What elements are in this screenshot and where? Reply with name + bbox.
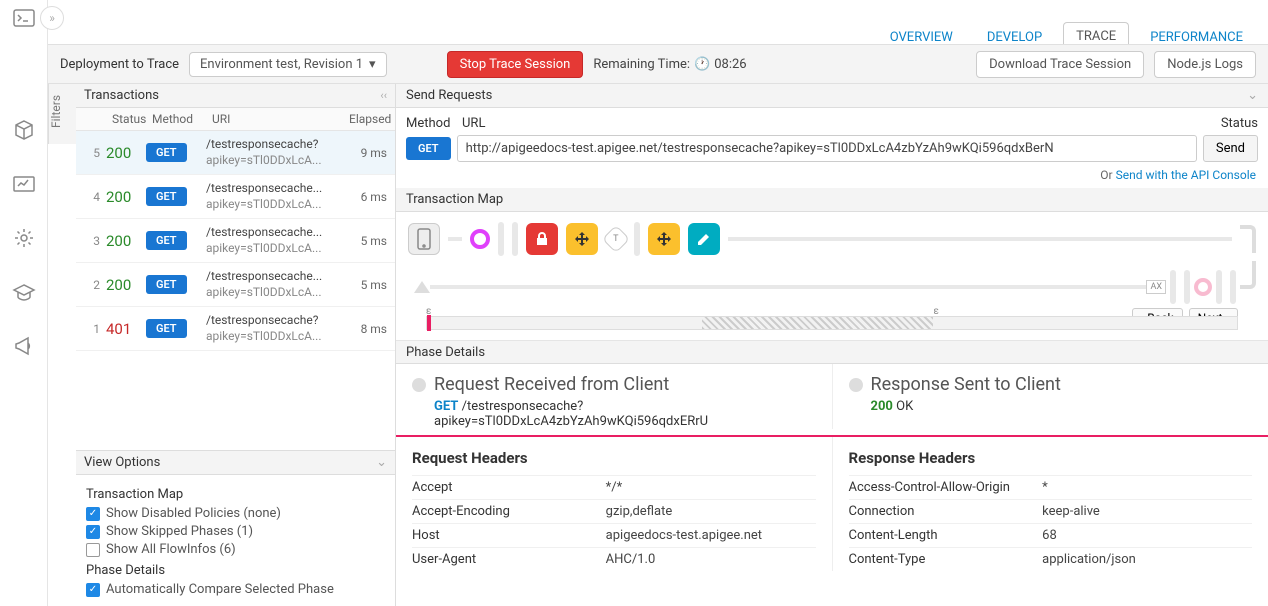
timeline: ε ε ‹ Back Next › [396,310,1268,340]
api-console-link[interactable]: Send with the API Console [1116,168,1256,182]
box-icon[interactable] [12,118,36,142]
flow-end-node[interactable] [1194,278,1212,296]
trace-toolbar: Deployment to Trace Environment test, Re… [48,44,1268,84]
megaphone-icon[interactable] [12,334,36,358]
deployment-label: Deployment to Trace [60,57,179,72]
method-label: Method [406,116,450,131]
policy-t-node[interactable]: T [602,225,630,253]
filters-tab[interactable]: Filters [48,84,76,144]
client-icon[interactable] [408,223,440,255]
table-row[interactable]: 2200GET/testresponsecache...apikey=sTl0D… [76,263,395,307]
view-phase-heading: Phase Details [86,563,385,578]
api-console-link-row: Or Send with the API Console [396,164,1268,188]
chevron-down-icon: ▾ [369,57,376,72]
policy-route-icon[interactable] [648,223,680,255]
timeline-track[interactable] [426,316,1238,330]
left-rail [0,0,48,606]
gear-icon[interactable] [12,226,36,250]
policy-lock-icon[interactable] [526,223,558,255]
flow-bar [1216,270,1222,304]
request-phase-title: Request Received from Client [412,374,816,395]
flow-bar [512,222,518,256]
download-trace-button[interactable]: Download Trace Session [976,51,1144,78]
view-map-heading: Transaction Map [86,487,385,502]
flow-bar [634,222,640,256]
opt-flowinfos[interactable]: Show All FlowInfos (6) [86,542,385,557]
table-row[interactable]: 4200GET/testresponsecache...apikey=sTl0D… [76,175,395,219]
opt-skipped-phases[interactable]: ✓Show Skipped Phases (1) [86,524,385,539]
flow-bar [498,222,504,256]
graduation-icon[interactable] [12,280,36,304]
table-row[interactable]: 3200GET/testresponsecache...apikey=sTl0D… [76,219,395,263]
collapse-icon[interactable]: ‹‹ [380,89,387,102]
analytics-icon[interactable] [12,172,36,196]
flow-corner [1240,225,1256,253]
flow-bar [1170,270,1176,304]
phase-details-header: Phase Details [396,340,1268,364]
transactions-header: Transactions ‹‹ [76,84,395,108]
url-label: URL [462,116,485,131]
clock-icon: 🕐 [694,57,710,72]
ax-badge[interactable]: AX [1146,280,1166,294]
main-panel: Send Requests ⌄ Method URL Status GET Se… [396,84,1268,606]
send-button[interactable]: Send [1203,135,1258,162]
expand-icon[interactable]: ⌄ [1247,88,1258,103]
policy-route-icon[interactable] [566,223,598,255]
status-label: Status [1221,116,1258,131]
table-row[interactable]: 1401GET/testresponsecache?apikey=sTl0DDx… [76,307,395,351]
transactions-list: 5200GET/testresponsecache?apikey=sTl0DDx… [76,131,395,450]
response-phase-title: Response Sent to Client [849,374,1253,395]
stop-trace-button[interactable]: Stop Trace Session [447,51,584,78]
policy-assign-icon[interactable] [688,223,720,255]
opt-disabled-policies[interactable]: ✓Show Disabled Policies (none) [86,506,385,521]
method-badge[interactable]: GET [406,137,451,160]
transactions-columns: Status Method URI Elapsed [76,108,395,131]
transactions-panel: Transactions ‹‹ Status Method URI Elapse… [76,84,396,606]
nodejs-logs-button[interactable]: Node.js Logs [1154,51,1256,78]
request-headers-table: Accept*/*Accept-Encodinggzip,deflateHost… [412,475,816,571]
view-options: View Options⌄ Transaction Map ✓Show Disa… [76,450,395,606]
expand-icon[interactable]: ⌄ [376,455,387,470]
transaction-map: T AX [396,212,1268,310]
request-headers-title: Request Headers [412,449,816,467]
return-arrow-icon [414,281,430,293]
response-headers-title: Response Headers [849,449,1253,467]
terminal-icon[interactable] [12,6,36,30]
remaining-time: Remaining Time: 🕐 08:26 [593,57,746,72]
response-headers-table: Access-Control-Allow-Origin*Connectionke… [849,475,1253,571]
flow-bar [1230,270,1236,304]
expand-rail-button[interactable]: » [40,6,64,30]
flow-bar [1184,270,1190,304]
timeline-cursor[interactable] [427,315,431,331]
url-input[interactable] [457,135,1197,162]
opt-auto-compare[interactable]: ✓Automatically Compare Selected Phase [86,582,385,597]
environment-select[interactable]: Environment test, Revision 1▾ [189,52,387,77]
phase-details: Request Received from Client GET /testre… [396,364,1268,429]
flow-start-node[interactable] [470,229,490,249]
table-row[interactable]: 5200GET/testresponsecache?apikey=sTl0DDx… [76,131,395,175]
transaction-map-header: Transaction Map [396,188,1268,212]
send-requests-header: Send Requests ⌄ [396,84,1268,108]
